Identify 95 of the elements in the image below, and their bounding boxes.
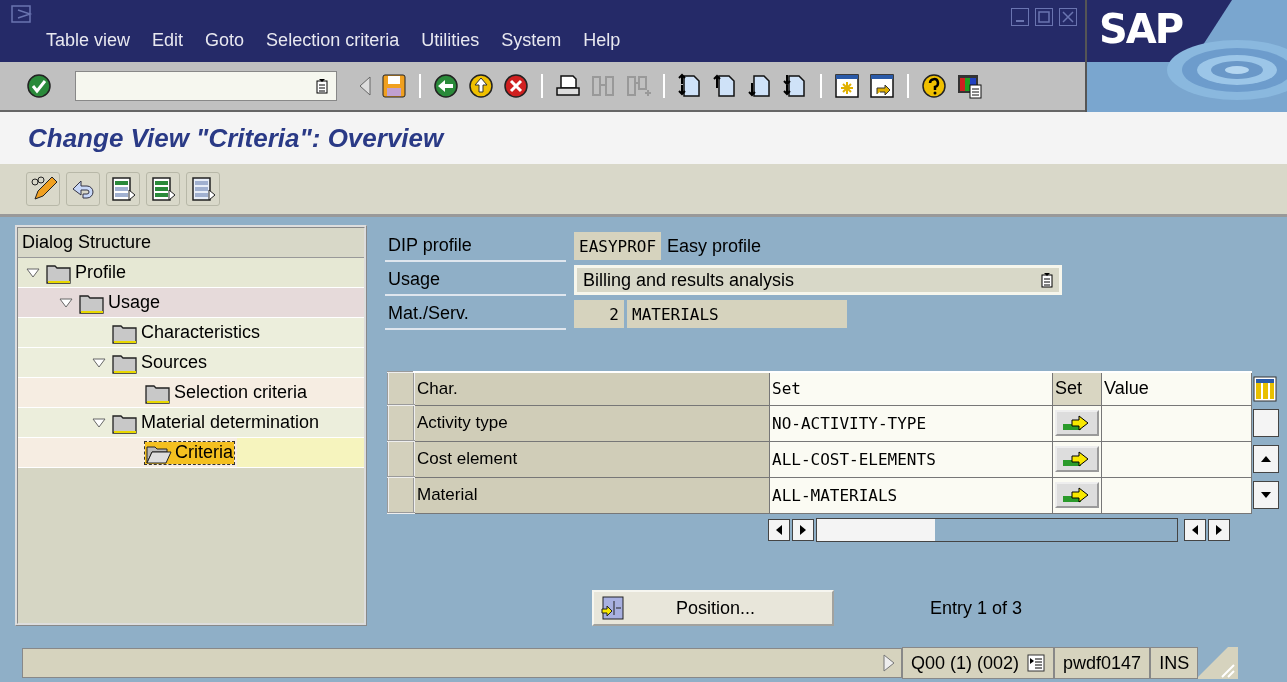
collapse-triangle-icon[interactable] [92,417,106,428]
command-field[interactable] [75,71,337,101]
column-header[interactable]: Set [1052,372,1102,405]
column-header[interactable]: Char. [414,372,770,405]
scroll-left-button[interactable] [768,519,790,541]
save-icon[interactable] [381,73,407,99]
list-icon [189,175,217,203]
set-button[interactable] [1055,446,1099,472]
scrollbar-track[interactable] [816,518,1178,542]
column-header[interactable]: Value [1101,372,1252,405]
dropdown-field[interactable]: Billing and results analysis [574,265,1062,295]
dropdown-icon [1041,272,1053,288]
back-icon[interactable] [433,73,459,99]
check-icon[interactable] [26,73,52,99]
sap-logo: SAP [1099,6,1183,52]
right-triangle-icon [799,524,807,536]
scrollbar-thumb[interactable] [1253,409,1279,437]
list-icon [109,175,137,203]
undo-button[interactable] [66,172,100,206]
table-cell: Cost element [414,441,770,477]
screen-title: Change View "Criteria": Overview [28,122,444,154]
scroll-right-button[interactable] [792,519,814,541]
collapse-triangle-icon[interactable] [26,267,40,278]
list-button[interactable] [106,172,140,206]
back-triangle-icon[interactable] [358,75,372,97]
entry-count: Entry 1 of 3 [930,597,1023,619]
system-list-icon[interactable] [1027,654,1046,672]
left-triangle-icon [1191,524,1199,536]
scroll-left-button[interactable] [1184,519,1206,541]
table-cell[interactable]: ALL-MATERIALS [769,477,1053,513]
tree-item[interactable]: Usage [108,292,161,313]
previous-page-icon[interactable] [712,73,738,99]
cancel-icon[interactable] [503,73,529,99]
last-page-icon[interactable] [782,73,808,99]
set-button[interactable] [1055,410,1099,436]
table-cell[interactable] [1101,441,1252,477]
field-description: MATERIALS [627,300,847,328]
position-button[interactable]: Position... [592,590,834,626]
dropdown-icon [316,78,328,94]
pencil-icon [29,175,57,203]
field-label: Mat./Serv. [385,298,566,330]
scrollbar-thumb[interactable] [817,519,935,541]
column-settings-icon[interactable] [1253,375,1277,402]
table-cell[interactable]: ALL-COST-ELEMENTS [769,441,1053,477]
table-cell[interactable]: NO-ACTIVITY-TYPE [769,405,1053,441]
collapse-triangle-icon[interactable] [92,357,106,368]
display-change-button[interactable] [26,172,60,206]
table-cell: Material [414,477,770,513]
help-icon[interactable] [921,73,947,99]
input-mode[interactable]: INS [1150,647,1199,679]
input-field[interactable]: EASYPROF [574,232,662,260]
menu-item[interactable]: Selection criteria [266,30,400,51]
menu-item[interactable]: Utilities [421,30,480,51]
up-triangle-icon [1260,455,1272,463]
set-button[interactable] [1055,482,1099,508]
field-description: Easy profile [667,235,762,257]
first-page-icon[interactable] [677,73,703,99]
scroll-down-button[interactable] [1253,481,1279,509]
list-icon [149,175,177,203]
scroll-right-button[interactable] [1208,519,1230,541]
column-header[interactable]: Set [769,372,1053,405]
list-button[interactable] [186,172,220,206]
table-cell[interactable] [1101,477,1252,513]
new-session-icon[interactable] [834,73,860,99]
shortcut-icon[interactable] [869,73,895,99]
next-page-icon[interactable] [747,73,773,99]
left-triangle-icon [775,524,783,536]
collapse-triangle-icon[interactable] [59,297,73,308]
menu-item[interactable]: Table view [46,30,131,51]
server-name: pwdf0147 [1054,647,1151,679]
right-triangle-icon [1215,524,1223,536]
tree-item[interactable]: Profile [75,262,127,283]
minimize-icon[interactable] [1011,8,1029,26]
print-icon[interactable] [555,73,581,99]
menu-item[interactable]: Help [583,30,621,51]
field-label: Usage [385,264,566,296]
maximize-icon[interactable] [1035,8,1053,26]
system-info: Q00 (1) (002) [902,647,1055,679]
menu-item[interactable]: System [501,30,562,51]
field-label: DIP profile [385,230,566,262]
close-icon[interactable] [1059,8,1077,26]
position-icon [600,595,626,621]
down-triangle-icon [1260,491,1272,499]
table-cell: Activity type [414,405,770,441]
tree-item[interactable]: Sources [141,352,208,373]
panel-title: Dialog Structure [18,228,364,258]
scroll-up-button[interactable] [1253,445,1279,473]
resize-grip-icon[interactable] [1198,647,1239,679]
list-button[interactable] [146,172,180,206]
layout-icon[interactable] [956,73,982,99]
expand-triangle-icon[interactable] [883,654,895,672]
input-field[interactable]: 2 [574,300,624,328]
menu-item[interactable]: Edit [152,30,184,51]
table-cell[interactable] [1101,405,1252,441]
menu-item[interactable]: Goto [205,30,245,51]
